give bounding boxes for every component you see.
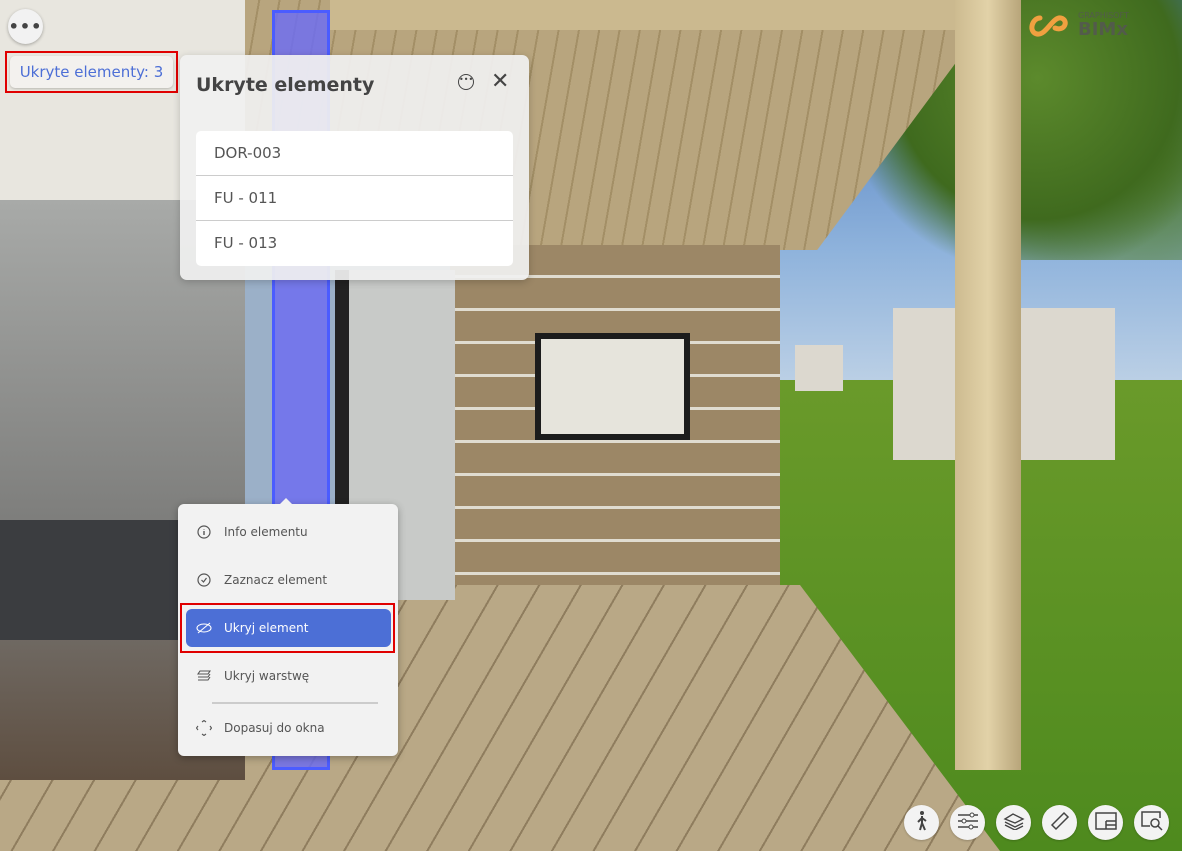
menu-item-fit-window[interactable]: Dopasuj do okna [186, 709, 391, 747]
menu-item-label: Ukryj warstwę [224, 669, 310, 683]
layers-icon [196, 668, 212, 684]
measure-button[interactable] [1042, 805, 1077, 840]
walk-mode-button[interactable] [904, 805, 939, 840]
options-icon[interactable]: ••• [458, 74, 474, 90]
logo-product: BIMx [1078, 19, 1128, 40]
settings-sliders-icon [957, 812, 979, 834]
bimx-logo: GRAPHISOFT BIMx [1026, 10, 1129, 40]
zoom-search-icon [1140, 810, 1163, 835]
menu-item-label: Zaznacz element [224, 573, 328, 587]
hidden-elements-panel: Ukryte elementy ••• ✕ DOR-003 FU - 011 F… [180, 55, 529, 280]
check-circle-icon [196, 572, 212, 588]
more-button[interactable]: ••• [8, 9, 43, 44]
panel-title: Ukryte elementy [196, 74, 375, 96]
menu-item-label: Dopasuj do okna [224, 721, 325, 735]
menu-item-select[interactable]: Zaznacz element [186, 561, 391, 599]
menu-divider [212, 702, 378, 704]
walk-icon [912, 810, 932, 836]
fit-window-icon [196, 720, 212, 736]
info-icon [196, 524, 212, 540]
ruler-icon [1049, 810, 1071, 836]
layers-icon [1002, 812, 1025, 834]
zoom-search-button[interactable] [1134, 805, 1169, 840]
list-item[interactable]: DOR-003 [196, 131, 513, 176]
menu-item-label: Info elementu [224, 525, 308, 539]
neighbor-building [795, 345, 843, 391]
roof-beam [330, 0, 980, 30]
layers-button[interactable] [996, 805, 1031, 840]
hidden-elements-chip[interactable]: Ukryte elementy: 3 [5, 51, 178, 93]
window [535, 333, 690, 440]
menu-item-hide-layer[interactable]: Ukryj warstwę [186, 657, 391, 695]
settings-button[interactable] [950, 805, 985, 840]
hidden-elements-label[interactable]: Ukryte elementy: 3 [10, 56, 173, 88]
wooden-post [955, 0, 1021, 770]
list-item[interactable]: FU - 013 [196, 221, 513, 266]
list-item[interactable]: FU - 011 [196, 176, 513, 221]
logo-icon [1029, 15, 1068, 37]
view-button[interactable] [1088, 805, 1123, 840]
hidden-elements-list: DOR-003 FU - 011 FU - 013 [196, 131, 513, 266]
sofa [0, 520, 180, 640]
menu-item-info[interactable]: Info elementu [186, 513, 391, 551]
close-icon[interactable]: ✕ [491, 69, 509, 94]
highlight-frame [180, 603, 395, 653]
view-icon [1094, 811, 1117, 834]
